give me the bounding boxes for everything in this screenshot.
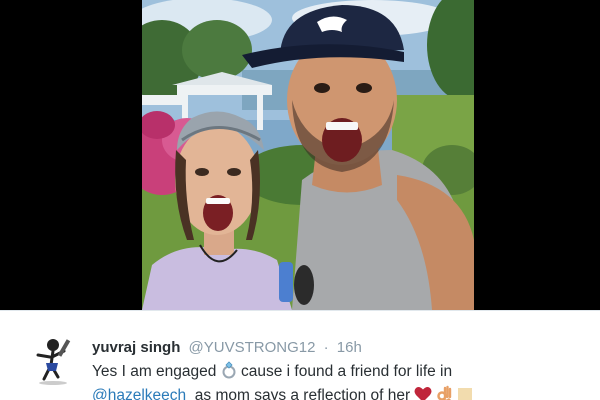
ring-emoji-icon xyxy=(221,361,237,385)
display-name[interactable]: yuvraj singh xyxy=(92,339,180,356)
tweet-text-part3: as mom says a reflection of her xyxy=(194,387,411,400)
mention-link[interactable]: @hazelkeech xyxy=(92,387,186,400)
user-handle[interactable]: @YUVSTRONG12 xyxy=(189,339,316,356)
tweet-text: Yes I am engaged cause i found a friend … xyxy=(92,361,592,400)
tweet-card: yuvraj singh @YUVSTRONG12 · 16h Yes I am… xyxy=(0,310,600,400)
red-heart-emoji-icon xyxy=(414,386,432,400)
ok-hand-emoji-icon xyxy=(437,385,453,400)
skin-tone-modifier-icon xyxy=(457,387,473,400)
timestamp[interactable]: 16h xyxy=(337,339,362,356)
photo-area xyxy=(0,0,600,310)
selfie-image xyxy=(142,0,474,310)
avatar[interactable] xyxy=(26,333,80,387)
tweet-text-part2: cause i found a friend for life in xyxy=(241,363,453,380)
tweet-header: yuvraj singh @YUVSTRONG12 · 16h xyxy=(92,339,362,357)
tweet-text-part1: Yes I am engaged xyxy=(92,363,217,380)
cricketer-avatar-icon xyxy=(26,333,80,387)
selfie-photo[interactable] xyxy=(142,0,474,310)
separator: · xyxy=(323,339,329,356)
